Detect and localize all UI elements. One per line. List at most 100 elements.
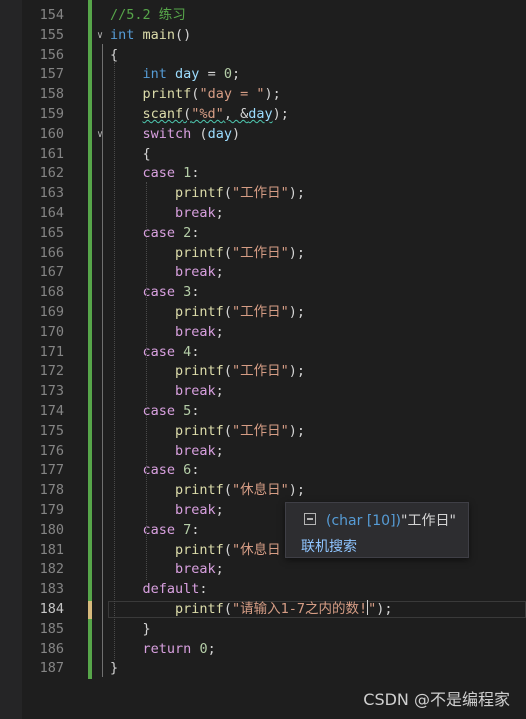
code-token: //5.2 练习	[110, 7, 186, 23]
code-line[interactable]: 177 case 6:	[0, 461, 526, 481]
code-line[interactable]: 165 case 2:	[0, 224, 526, 244]
code-text: break;	[110, 382, 224, 402]
code-text: scanf("%d", &day);	[110, 105, 289, 125]
code-text: case 5:	[110, 402, 200, 422]
code-token: "工作日"	[231, 363, 289, 380]
code-line[interactable]: 172 printf("工作日");	[0, 362, 526, 382]
code-token: "%d"	[191, 106, 224, 122]
code-line[interactable]: 186 return 0;	[0, 640, 526, 660]
tooltip-signature: (char [10])"工作日"	[326, 510, 456, 530]
code-token: :	[191, 462, 200, 479]
code-text: int day = 0;	[110, 65, 241, 85]
code-line[interactable]: 157 int day = 0;	[0, 65, 526, 85]
code-line[interactable]: 167 break;	[0, 263, 526, 283]
code-token: case	[142, 165, 176, 182]
code-text: break;	[110, 501, 224, 521]
code-text: break;	[110, 204, 224, 224]
code-token: 0	[199, 640, 208, 657]
code-token: ;	[215, 442, 224, 459]
code-token: ;	[215, 264, 224, 281]
code-token: printf	[175, 185, 224, 202]
line-number: 185	[39, 620, 64, 637]
line-number: 186	[39, 640, 64, 657]
code-token: );	[272, 106, 289, 122]
line-number: 172	[39, 363, 64, 380]
code-line[interactable]: 161 {	[0, 145, 526, 165]
line-number: 157	[39, 66, 64, 83]
code-line[interactable]: 176 break;	[0, 442, 526, 462]
code-token: printf	[175, 304, 224, 320]
code-line[interactable]: 168 case 3:	[0, 283, 526, 303]
code-line[interactable]: 160 ∨ switch (day)	[0, 125, 526, 145]
line-number: 164	[39, 205, 64, 221]
line-number: 155	[39, 26, 64, 43]
code-line[interactable]: 164 break;	[0, 204, 526, 224]
code-line[interactable]: 185 }	[0, 620, 526, 640]
code-text: printf("工作日");	[110, 422, 305, 442]
online-search-link[interactable]: 联机搜索	[301, 536, 357, 556]
code-line[interactable]: 170 break;	[0, 323, 526, 343]
code-text: return 0;	[110, 640, 216, 660]
code-text: break;	[110, 560, 224, 580]
code-token: "工作日"	[231, 422, 289, 439]
code-line[interactable]: 182 break;	[0, 560, 526, 580]
code-editor[interactable]: 154//5.2 练习 155 ∨ int main() 156{157 int day…	[0, 0, 526, 719]
code-line[interactable]: 163 printf("工作日");	[0, 184, 526, 204]
code-token: case	[142, 224, 176, 241]
code-token: "休息日"	[231, 482, 289, 499]
code-token: break	[175, 383, 216, 400]
code-token: }	[110, 620, 151, 637]
code-token: day	[175, 66, 200, 83]
code-text: break;	[110, 442, 224, 462]
code-line[interactable]: 158 printf("day = ");	[0, 85, 526, 105]
code-line[interactable]: 169 printf("工作日");	[0, 303, 526, 323]
line-number: 178	[39, 482, 64, 499]
code-token: )	[231, 125, 241, 142]
line-number: 154	[39, 7, 64, 23]
code-token: :	[191, 403, 200, 419]
code-token: break	[175, 264, 216, 281]
code-line[interactable]: 155 ∨ int main()	[0, 26, 526, 46]
code-token: ;	[215, 205, 224, 221]
code-token: int	[142, 66, 167, 83]
code-line[interactable]: 162 case 1:	[0, 164, 526, 184]
code-token: =	[199, 66, 224, 83]
code-text: default:	[110, 580, 208, 600]
code-line[interactable]: 171 case 4:	[0, 343, 526, 363]
variable-icon	[304, 513, 316, 525]
code-token: break	[175, 323, 216, 340]
code-line[interactable]: 184 printf("请输入1-7之内的数!");	[0, 600, 526, 620]
code-line[interactable]: 156 {	[0, 46, 526, 66]
code-token: );	[264, 86, 281, 103]
code-token: "工作日"	[231, 244, 289, 261]
code-token: (	[223, 541, 232, 558]
code-token: ;	[207, 640, 216, 657]
code-token: case	[142, 343, 176, 360]
code-line[interactable]: 154 //5.2 练习	[0, 6, 526, 26]
line-number: 182	[39, 561, 64, 578]
collapse-chevron-icon[interactable]: ∨	[97, 26, 107, 46]
code-token: );	[288, 304, 305, 320]
code-line[interactable]: 183 default:	[0, 580, 526, 600]
code-line[interactable]: 187}	[0, 659, 526, 679]
code-line[interactable]: 178 printf("休息日");	[0, 481, 526, 501]
code-token: }	[110, 660, 119, 677]
code-token: ;	[215, 383, 224, 400]
code-text: printf("工作日");	[110, 184, 305, 204]
code-line[interactable]: 174 case 5:	[0, 402, 526, 422]
code-token: {	[110, 145, 151, 162]
code-text: break;	[110, 323, 224, 343]
code-line[interactable]: 166 printf("工作日");	[0, 244, 526, 264]
code-line[interactable]: 173 break;	[0, 382, 526, 402]
code-token: break	[175, 502, 216, 518]
code-line[interactable]: 175 printf("工作日");	[0, 422, 526, 442]
code-line[interactable]: 159 scanf("%d", &day);	[0, 105, 526, 125]
